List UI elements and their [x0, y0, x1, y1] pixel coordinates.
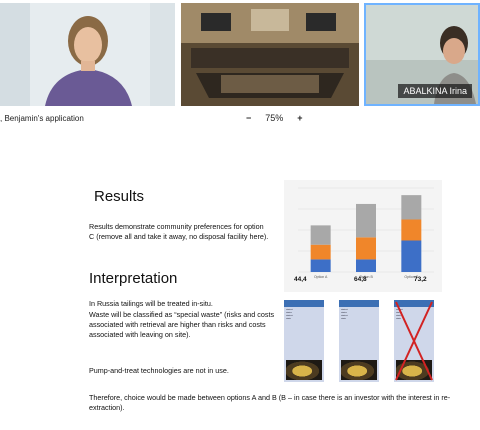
chart-total-label: 64,8	[354, 276, 367, 283]
interpretation-para-3: Pump-and-treat technologies are not in u…	[89, 366, 229, 375]
conference-room-video	[181, 3, 359, 106]
chart-bar-segment	[310, 259, 331, 272]
chart-bar-segment	[401, 195, 422, 220]
chart-bar-segment	[356, 259, 376, 272]
conclusion-text: Therefore, choice would be made between …	[89, 393, 451, 412]
option-b-panel: ▪▪▪▪▪▪▪▪ ▪▪▪▪▪▪▪ ▪▪▪▪▪▪▪▪ ▪▪▪▪▪▪	[339, 300, 379, 382]
chart-bar-segment	[356, 237, 376, 260]
participant-video	[0, 3, 175, 106]
chart-total-label: 73,2	[414, 276, 427, 283]
video-strip: ABALKINA Irina	[0, 0, 480, 108]
option-b-header	[339, 300, 379, 307]
participant-name-tag: ABALKINA Irina	[398, 84, 472, 98]
chart-bar-segment	[401, 240, 422, 272]
chart-bar-segment	[310, 225, 331, 245]
slide-heading-results: Results	[94, 188, 145, 205]
interpretation-para-2: Waste will be classified as “special was…	[89, 310, 275, 339]
zoom-controls: − 75% +	[246, 113, 303, 123]
cross-out-mark	[395, 301, 433, 381]
slide-heading-interpretation: Interpretation	[89, 270, 178, 287]
tailings-photo	[286, 360, 322, 380]
chart-category-label: Option A	[314, 275, 328, 279]
option-a-panel: ▪▪▪▪▪▪▪▪ ▪▪▪▪▪▪▪ ▪▪▪▪▪▪▪▪ ▪▪▪▪▪▪	[284, 300, 324, 382]
option-a-header	[284, 300, 324, 307]
chart-bar-segment	[310, 244, 331, 260]
option-a-body: ▪▪▪▪▪▪▪▪ ▪▪▪▪▪▪▪ ▪▪▪▪▪▪▪▪ ▪▪▪▪▪▪	[286, 308, 293, 320]
zoom-in-button[interactable]: +	[297, 113, 302, 123]
interpretation-para-1: In Russia tailings will be treated in-si…	[89, 299, 213, 308]
zoom-out-button[interactable]: −	[246, 113, 251, 123]
shared-slide: Results Results demonstrate community pr…	[55, 172, 480, 422]
chart-bar-segment	[401, 219, 422, 241]
zoom-level: 75%	[265, 113, 284, 123]
option-b-body: ▪▪▪▪▪▪▪▪ ▪▪▪▪▪▪▪ ▪▪▪▪▪▪▪▪ ▪▪▪▪▪▪	[341, 308, 348, 320]
chart-bar-segment	[356, 203, 376, 238]
chart-total-label: 44,4	[294, 276, 307, 283]
shared-screen-title: , Benjamin's application	[0, 114, 84, 123]
participant-video-tile[interactable]	[0, 3, 175, 106]
speaker-video-tile[interactable]: ABALKINA Irina	[364, 3, 480, 106]
option-c-panel: ▪▪▪▪▪▪▪▪▪▪▪▪▪▪▪▪▪▪▪▪▪▪▪▪▪▪▪▪▪	[394, 300, 434, 382]
tailings-photo	[341, 360, 377, 380]
results-text: Results demonstrate community preference…	[89, 222, 269, 241]
conference-room-video-tile[interactable]	[181, 3, 359, 106]
